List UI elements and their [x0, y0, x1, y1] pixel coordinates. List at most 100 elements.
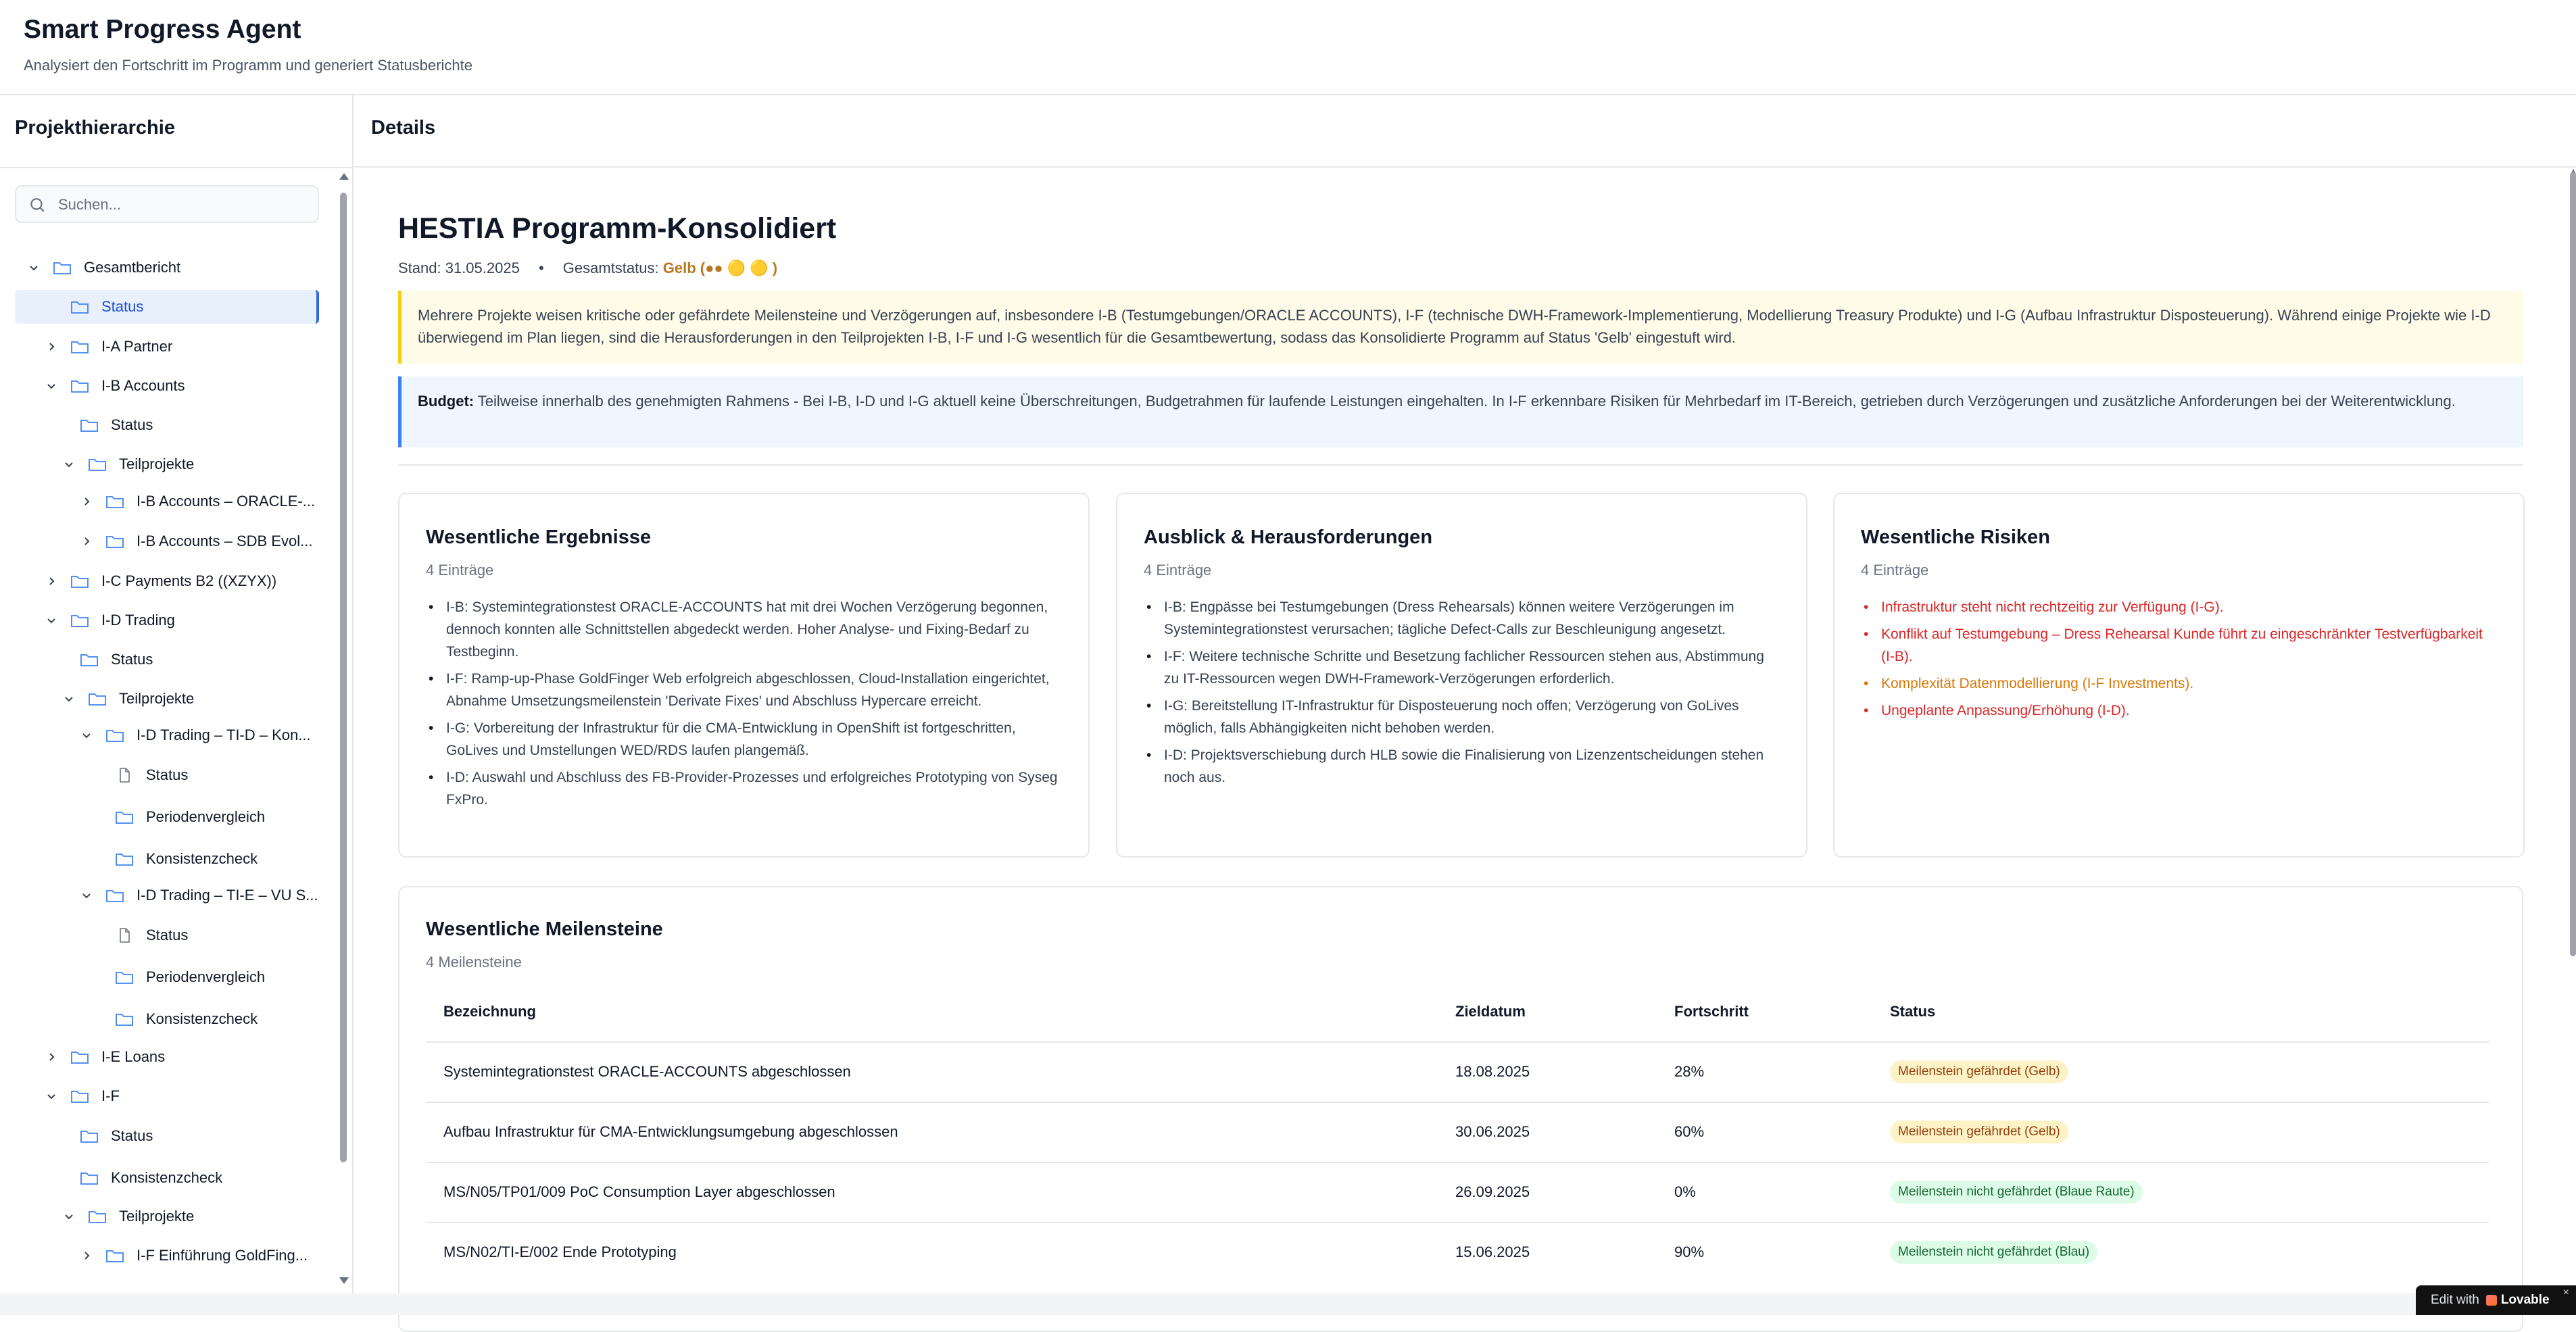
list-item: I-B: Systemintegrationstest ORACLE-ACCOU… — [426, 596, 1061, 663]
program-title: HESTIA Programm-Konsolidiert — [398, 212, 837, 245]
chevron-down-icon[interactable] — [62, 692, 76, 706]
chevron-down-icon[interactable] — [62, 1210, 76, 1223]
risk-item: Infrastruktur steht nicht rechtzeitig zu… — [1861, 596, 2496, 618]
tree-node[interactable]: Teilprojekte — [62, 1200, 194, 1233]
tree-node[interactable]: Konsistenzcheck — [80, 1161, 222, 1195]
close-icon[interactable]: × — [2563, 1287, 2569, 1299]
tree-node[interactable]: Periodenvergleich — [115, 960, 265, 994]
tree-node[interactable]: I-B Accounts – ORACLE-... — [80, 485, 315, 518]
folder-icon — [71, 1052, 89, 1064]
tree-node[interactable]: Status — [80, 408, 153, 442]
tree-node[interactable]: Status — [115, 918, 188, 952]
lovable-logo-icon — [2485, 1295, 2497, 1306]
tree-node[interactable]: I-D Trading – TI-D – Kon... — [80, 718, 311, 752]
details-title: Details — [371, 117, 436, 139]
milestone-progress: 28% — [1674, 1063, 1705, 1080]
table-header-row: Bezeichnung Zieldatum Fortschritt Status — [426, 982, 2489, 1043]
chevron-right-icon[interactable] — [45, 340, 58, 353]
folder-icon — [106, 730, 124, 742]
tree-node[interactable]: Status — [80, 1119, 153, 1153]
tree-node-label: I-D Trading — [101, 612, 175, 628]
edit-with-lovable-badge[interactable]: Edit with Lovable × — [2416, 1285, 2576, 1315]
risks-count: 4 Einträge — [1861, 562, 1929, 578]
tree-node-label: Konsistenzcheck — [146, 850, 258, 867]
folder-icon — [106, 536, 124, 548]
tree-node[interactable]: Status — [15, 290, 319, 324]
milestone-status: Meilenstein nicht gefährdet (Blau) — [1890, 1223, 2098, 1282]
list-item: I-F: Weitere technische Schritte und Bes… — [1144, 645, 1779, 690]
search-box[interactable] — [15, 185, 319, 223]
tree-node[interactable]: Teilprojekte — [62, 447, 194, 481]
column-header: Fortschritt — [1674, 1003, 1749, 1020]
tree-node[interactable]: I-D Trading – TI-E – VU S... — [80, 879, 318, 912]
tree-node[interactable]: I-B Accounts — [45, 369, 185, 403]
search-input[interactable] — [57, 192, 310, 218]
tree-node[interactable]: Status — [80, 643, 153, 676]
app-subtitle: Analysiert den Fortschritt im Programm u… — [24, 57, 472, 74]
chevron-right-icon[interactable] — [45, 1050, 58, 1064]
chevron-down-icon[interactable] — [80, 889, 93, 902]
milestones-title: Wesentliche Meilensteine — [426, 918, 663, 940]
tree-node[interactable]: Konsistenzcheck — [115, 842, 258, 876]
tree-node[interactable]: Konsistenzcheck — [115, 1002, 258, 1036]
chevron-down-icon[interactable] — [45, 614, 58, 627]
status-badge: Meilenstein gefährdet (Gelb) — [1890, 1120, 2068, 1143]
milestone-name: Systemintegrationstest ORACLE-ACCOUNTS a… — [443, 1063, 851, 1080]
chevron-down-icon[interactable] — [45, 1089, 58, 1103]
folder-icon — [71, 341, 89, 353]
tree-node[interactable]: I-F Einführung GoldFing... — [80, 1239, 308, 1273]
chevron-down-icon[interactable] — [45, 379, 58, 393]
milestone-status: Meilenstein nicht gefährdet (Blaue Raute… — [1890, 1162, 2143, 1222]
tree-node[interactable]: Gesamtbericht — [27, 251, 180, 285]
chevron-down-icon[interactable] — [62, 458, 76, 471]
chevron-right-icon[interactable] — [80, 535, 93, 548]
outlook-card: Ausblick & Herausforderungen 4 Einträge … — [1116, 493, 1807, 858]
tree-node[interactable]: I-D Trading — [45, 603, 175, 637]
search-icon — [30, 198, 45, 212]
main-scrollbar-thumb[interactable] — [2570, 172, 2576, 956]
column-header: Bezeichnung — [443, 1003, 536, 1020]
tree-node[interactable]: Periodenvergleich — [115, 800, 265, 834]
tree-node-label: Konsistenzcheck — [146, 1010, 258, 1027]
tree-node[interactable]: I-F — [45, 1079, 120, 1113]
tree-node-label: Status — [146, 927, 189, 943]
tree-node-label: Teilprojekte — [119, 455, 195, 472]
gesamtstatus-value: Gelb (●● 🟡 🟡 ) — [662, 260, 778, 276]
folder-icon — [80, 654, 98, 666]
chevron-down-icon[interactable] — [27, 261, 41, 274]
file-icon — [120, 768, 130, 783]
budget-alert: Budget: Teilweise innerhalb des genehmig… — [398, 376, 2523, 447]
sidebar-scroll-up-arrow[interactable] — [339, 173, 349, 180]
folder-icon — [89, 459, 106, 471]
chevron-right-icon[interactable] — [80, 495, 93, 508]
milestone-name: MS/N05/TP01/009 PoC Consumption Layer ab… — [443, 1183, 835, 1200]
tree-node[interactable]: I-C Payments B2 ((XZYX)) — [45, 564, 276, 598]
tree-node[interactable]: Status — [115, 758, 188, 792]
table-row: MS/N02/TI-E/002 Ende Prototyping 15.06.2… — [426, 1223, 2489, 1282]
tree-node-label: I-B Accounts – SDB Evol... — [137, 533, 313, 549]
sidebar-scrollbar-thumb[interactable] — [340, 193, 347, 1162]
folder-icon — [116, 812, 133, 824]
list-item: I-G: Vorbereitung der Infrastruktur für … — [426, 717, 1061, 762]
file-icon — [120, 928, 130, 943]
status-badge: Meilenstein nicht gefährdet (Blau) — [1890, 1241, 2098, 1264]
tree-node-label: I-F — [101, 1087, 120, 1104]
milestone-progress: 90% — [1674, 1243, 1705, 1260]
tree-node[interactable]: I-B Accounts – SDB Evol... — [80, 524, 312, 558]
folder-icon — [116, 1014, 133, 1026]
details-header: Details — [354, 95, 2576, 168]
sidebar: Projekthierarchie Gesamtbericht Status I-A… — [0, 95, 354, 1315]
milestones-card: Wesentliche Meilensteine 4 Meilensteine … — [398, 886, 2523, 1332]
summary-alert: Mehrere Projekte weisen kritische oder g… — [398, 291, 2523, 364]
tree-node-label: I-B Accounts — [101, 377, 185, 394]
tree-node-label: Status — [146, 766, 189, 783]
chevron-down-icon[interactable] — [80, 729, 93, 742]
tree-node[interactable]: I-A Partner — [45, 330, 172, 364]
tree-node-label: I-B Accounts – ORACLE-... — [137, 493, 316, 510]
tree-node[interactable]: I-E Loans — [45, 1040, 165, 1074]
tree-node[interactable]: Teilprojekte — [62, 682, 194, 716]
sidebar-scroll-down-arrow[interactable] — [339, 1277, 349, 1284]
chevron-right-icon[interactable] — [45, 574, 58, 588]
folder-icon — [71, 380, 89, 393]
chevron-right-icon[interactable] — [80, 1249, 93, 1262]
